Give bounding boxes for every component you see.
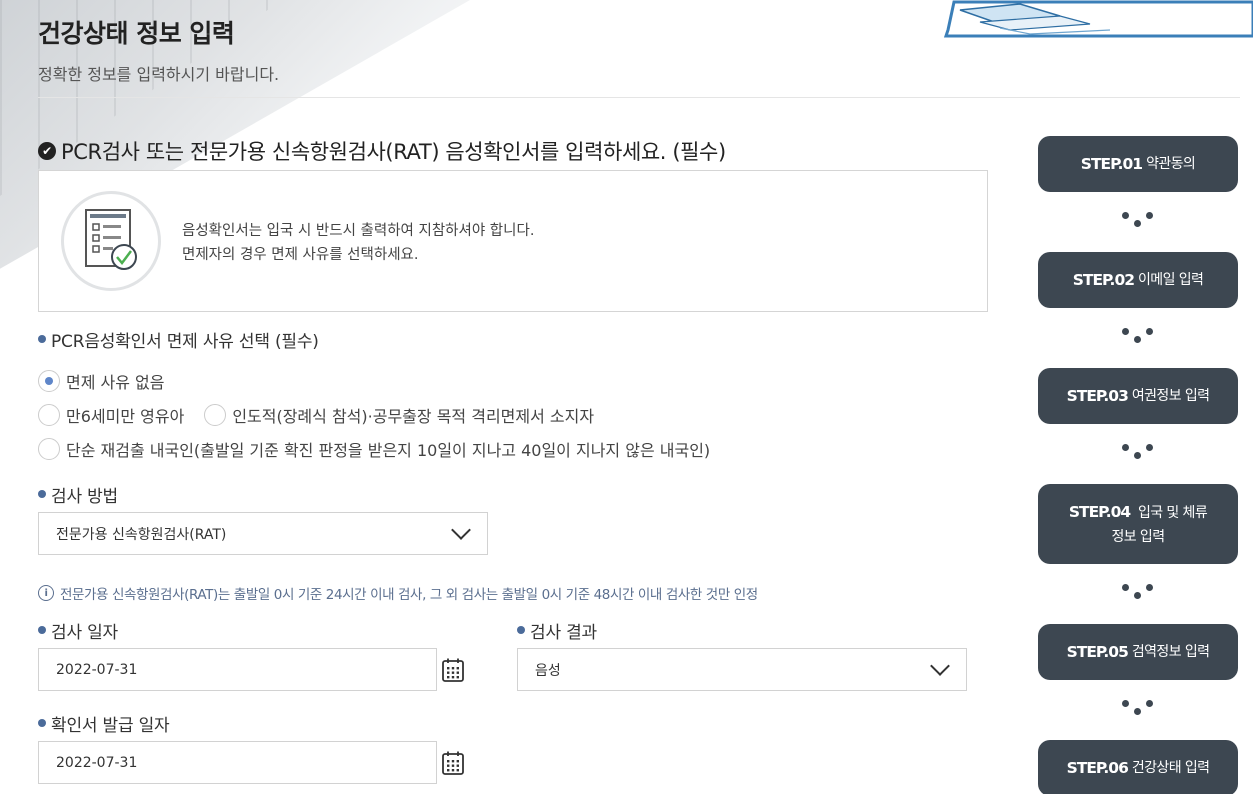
page-subtitle: 정확한 정보를 입력하시기 바랍니다. xyxy=(38,65,280,84)
test-method-label-text: 검사 방법 xyxy=(51,486,118,507)
bullet-icon xyxy=(38,490,46,498)
test-method-info: i 전문가용 신속항원검사(RAT)는 출발일 0시 기준 24시간 이내 검사… xyxy=(38,583,988,603)
test-date-label-text: 검사 일자 xyxy=(51,622,118,643)
bullet-icon xyxy=(38,719,46,727)
test-method-value: 전문가용 신속항원검사(RAT) xyxy=(56,526,227,543)
exemption-label: PCR음성확인서 면제 사유 선택 (필수) xyxy=(38,326,988,352)
test-date-input[interactable]: 2022-07-31 xyxy=(38,648,437,691)
exemption-label-text: PCR음성확인서 면제 사유 선택 (필수) xyxy=(51,331,319,352)
step-number: STEP.03 xyxy=(1066,387,1129,405)
radio-label: 만6세미만 영유아 xyxy=(66,407,185,426)
step-01-terms[interactable]: STEP.01 약관동의 xyxy=(1038,136,1238,192)
document-check-icon xyxy=(61,191,161,291)
calendar-icon[interactable] xyxy=(442,751,464,775)
section-title-text: PCR검사 또는 전문가용 신속항원검사(RAT) 음성확인서를 입력하세요. … xyxy=(61,140,726,164)
section-title: ✔ PCR검사 또는 전문가용 신속항원검사(RAT) 음성확인서를 입력하세요… xyxy=(38,136,988,166)
notice-box: 음성확인서는 입국 시 반드시 출력하여 지참하셔야 합니다. 면제자의 경우 … xyxy=(38,170,988,312)
step-02-email[interactable]: STEP.02 이메일 입력 xyxy=(1038,252,1238,308)
header-divider xyxy=(38,97,1240,98)
radio-circle[interactable] xyxy=(204,404,227,426)
step-06-health[interactable]: STEP.06 건강상태 입력 xyxy=(1038,740,1238,794)
step-connector-dots xyxy=(1038,564,1238,624)
test-method-label: 검사 방법 xyxy=(38,481,988,507)
calendar-icon[interactable] xyxy=(442,658,464,682)
page-title: 건강상태 정보 입력 xyxy=(38,19,235,48)
radio-humanitarian-exemption[interactable]: 인도적(장례식 참석)·공무출장 목적 격리면제서 소지자 xyxy=(204,403,594,427)
test-date-label: 검사 일자 xyxy=(38,617,437,643)
chevron-down-icon xyxy=(451,519,471,540)
bullet-icon xyxy=(38,626,46,634)
issue-date-input[interactable]: 2022-07-31 xyxy=(38,741,437,784)
radio-under-six[interactable]: 만6세미만 영유아 xyxy=(38,403,184,427)
step-03-passport[interactable]: STEP.03 여권정보 입력 xyxy=(1038,368,1238,424)
step-05-quarantine[interactable]: STEP.05 검역정보 입력 xyxy=(1038,624,1238,680)
step-connector-dots xyxy=(1038,308,1238,368)
radio-circle[interactable] xyxy=(38,438,60,460)
main-form: ✔ PCR검사 또는 전문가용 신속항원검사(RAT) 음성확인서를 입력하세요… xyxy=(38,136,988,784)
test-date-group: 검사 일자 2022-07-31 xyxy=(38,617,437,691)
test-result-select[interactable]: 음성 xyxy=(517,648,967,691)
radio-redetection-citizen[interactable]: 단순 재검출 내국인(출발일 기준 확진 판정을 받은지 10일이 지나고 40… xyxy=(38,437,710,461)
test-result-label-text: 검사 결과 xyxy=(530,622,597,643)
notice-text: 음성확인서는 입국 시 반드시 출력하여 지참하셔야 합니다. 면제자의 경우 … xyxy=(182,219,534,267)
issue-date-label: 확인서 발급 일자 xyxy=(38,710,437,736)
step-number: STEP.02 xyxy=(1072,271,1135,289)
book-illustration xyxy=(943,0,1253,38)
radio-label: 면제 사유 없음 xyxy=(66,373,165,392)
issue-date-label-text: 확인서 발급 일자 xyxy=(51,715,170,736)
test-result-group: 검사 결과 음성 xyxy=(517,617,967,691)
test-result-label: 검사 결과 xyxy=(517,617,967,643)
step-navigator: STEP.01 약관동의 STEP.02 이메일 입력 STEP.03 여권정보… xyxy=(1038,136,1238,794)
test-method-info-text: 전문가용 신속항원검사(RAT)는 출발일 0시 기준 24시간 이내 검사, … xyxy=(60,587,758,603)
info-icon: i xyxy=(38,585,54,601)
check-circle-icon: ✔ xyxy=(38,142,56,160)
step-connector-dots xyxy=(1038,192,1238,252)
step-label: 건강상태 입력 xyxy=(1131,760,1210,776)
issue-date-group: 확인서 발급 일자 2022-07-31 xyxy=(38,710,437,784)
bullet-icon xyxy=(517,626,525,634)
step-connector-dots xyxy=(1038,424,1238,484)
notice-line-2: 면제자의 경우 면제 사유를 선택하세요. xyxy=(182,247,419,263)
test-result-value: 음성 xyxy=(535,662,561,679)
radio-circle-selected[interactable] xyxy=(38,370,60,392)
step-connector-dots xyxy=(1038,680,1238,740)
page-header: 건강상태 정보 입력 정확한 정보를 입력하시기 바랍니다. xyxy=(38,10,279,85)
step-04-entry-stay[interactable]: STEP.04 입국 및 체류 정보 입력 xyxy=(1038,484,1238,564)
step-number: STEP.04 xyxy=(1068,502,1131,521)
step-label: 여권정보 입력 xyxy=(1131,388,1210,404)
step-label: 약관동의 xyxy=(1146,156,1196,172)
test-method-select[interactable]: 전문가용 신속항원검사(RAT) xyxy=(38,512,488,555)
radio-label: 인도적(장례식 참석)·공무출장 목적 격리면제서 소지자 xyxy=(232,407,595,426)
radio-no-exemption[interactable]: 면제 사유 없음 xyxy=(38,369,165,393)
step-number: STEP.06 xyxy=(1066,759,1129,777)
radio-circle[interactable] xyxy=(38,404,60,426)
bullet-icon xyxy=(38,335,46,343)
step-label: 이메일 입력 xyxy=(1138,272,1204,288)
step-number: STEP.01 xyxy=(1080,155,1143,173)
chevron-down-icon xyxy=(930,655,950,676)
step-number: STEP.05 xyxy=(1066,643,1129,661)
step-label: 검역정보 입력 xyxy=(1131,644,1210,660)
radio-label: 단순 재검출 내국인(출발일 기준 확진 판정을 받은지 10일이 지나고 40… xyxy=(66,441,711,460)
notice-line-1: 음성확인서는 입국 시 반드시 출력하여 지참하셔야 합니다. xyxy=(182,223,535,239)
